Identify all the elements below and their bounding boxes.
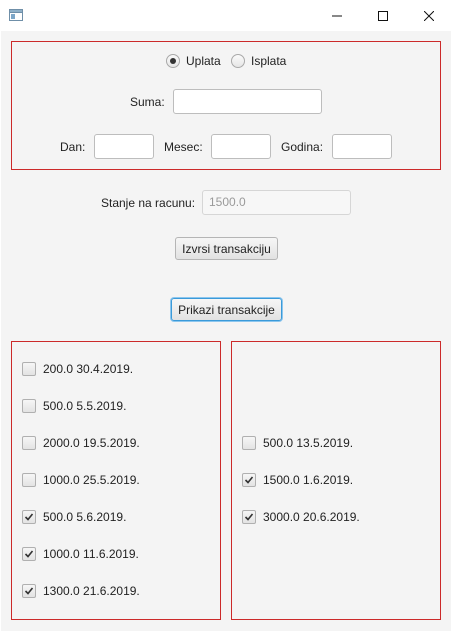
transaction-form-box: Uplata Isplata Suma: Dan: Mesec: Godina:	[11, 41, 441, 170]
checkbox[interactable]	[22, 362, 36, 376]
list-item[interactable]: 500.0 5.5.2019.	[22, 398, 126, 414]
minimize-icon	[332, 15, 342, 16]
list-item-label: 1500.0 1.6.2019.	[263, 473, 354, 487]
list-item-label: 500.0 5.6.2019.	[43, 510, 127, 524]
list-item[interactable]: 1300.0 21.6.2019.	[22, 583, 140, 599]
list-item[interactable]: 500.0 13.5.2019.	[242, 435, 353, 451]
check-icon	[244, 513, 254, 521]
mesec-input[interactable]	[211, 134, 271, 159]
izvrsi-transakciju-button[interactable]: Izvrsi transakciju	[175, 237, 278, 260]
list-item-label: 3000.0 20.6.2019.	[263, 510, 360, 524]
list-item[interactable]: 3000.0 20.6.2019.	[242, 509, 360, 525]
title-bar	[0, 0, 452, 31]
checkbox[interactable]	[22, 473, 36, 487]
mesec-label: Mesec:	[164, 140, 203, 154]
radio-uplata[interactable]	[166, 54, 180, 68]
dan-input[interactable]	[94, 134, 154, 159]
maximize-button[interactable]	[360, 0, 406, 31]
godina-input[interactable]	[332, 134, 392, 159]
list-item[interactable]: 2000.0 19.5.2019.	[22, 435, 140, 451]
list-item[interactable]: 1000.0 11.6.2019.	[22, 546, 139, 562]
godina-label: Godina:	[281, 140, 324, 154]
right-transaction-list: 500.0 13.5.2019. 1500.0 1.6.2019. 3000.0 2…	[231, 341, 441, 620]
dan-label: Dan:	[60, 140, 86, 154]
checkbox-checked[interactable]	[22, 547, 36, 561]
left-transaction-list: 200.0 30.4.2019. 500.0 5.5.2019. 2000.0 19…	[11, 341, 221, 620]
balance-field: 1500.0	[202, 190, 351, 215]
list-item-label: 2000.0 19.5.2019.	[43, 436, 140, 450]
client-area: Uplata Isplata Suma: Dan: Mesec: Godina:…	[1, 31, 451, 631]
checkbox-checked[interactable]	[22, 584, 36, 598]
suma-input[interactable]	[173, 89, 322, 114]
check-icon	[24, 587, 34, 595]
check-icon	[24, 513, 34, 521]
check-icon	[244, 476, 254, 484]
app-icon	[9, 9, 23, 21]
checkbox[interactable]	[22, 399, 36, 413]
minimize-button[interactable]	[314, 0, 360, 31]
close-button[interactable]	[406, 0, 452, 31]
list-item[interactable]: 200.0 30.4.2019.	[22, 361, 133, 377]
maximize-icon	[378, 10, 388, 21]
list-item-label: 1300.0 21.6.2019.	[43, 584, 140, 598]
list-item[interactable]: 1500.0 1.6.2019.	[242, 472, 353, 488]
checkbox[interactable]	[242, 436, 256, 450]
checkbox[interactable]	[22, 436, 36, 450]
list-item-label: 200.0 30.4.2019.	[43, 362, 134, 376]
prikazi-transakcije-button[interactable]: Prikazi transakcije	[171, 298, 282, 321]
checkbox-checked[interactable]	[22, 510, 36, 524]
list-item-label: 500.0 5.5.2019.	[43, 399, 127, 413]
list-item-label: 1000.0 25.5.2019.	[43, 473, 140, 487]
radio-isplata[interactable]	[231, 54, 245, 68]
close-icon	[424, 10, 434, 21]
checkbox-checked[interactable]	[242, 473, 256, 487]
list-item[interactable]: 1000.0 25.5.2019.	[22, 472, 140, 488]
balance-label: Stanje na racunu:	[101, 196, 196, 210]
list-item-label: 1000.0 11.6.2019.	[43, 547, 139, 561]
radio-selected-dot	[170, 58, 176, 64]
suma-label: Suma:	[130, 95, 165, 109]
radio-uplata-label[interactable]: Uplata	[186, 54, 221, 68]
list-item[interactable]: 500.0 5.6.2019.	[22, 509, 126, 525]
radio-isplata-label[interactable]: Isplata	[251, 54, 286, 68]
check-icon	[24, 550, 34, 558]
checkbox-checked[interactable]	[242, 510, 256, 524]
list-item-label: 500.0 13.5.2019.	[263, 436, 354, 450]
